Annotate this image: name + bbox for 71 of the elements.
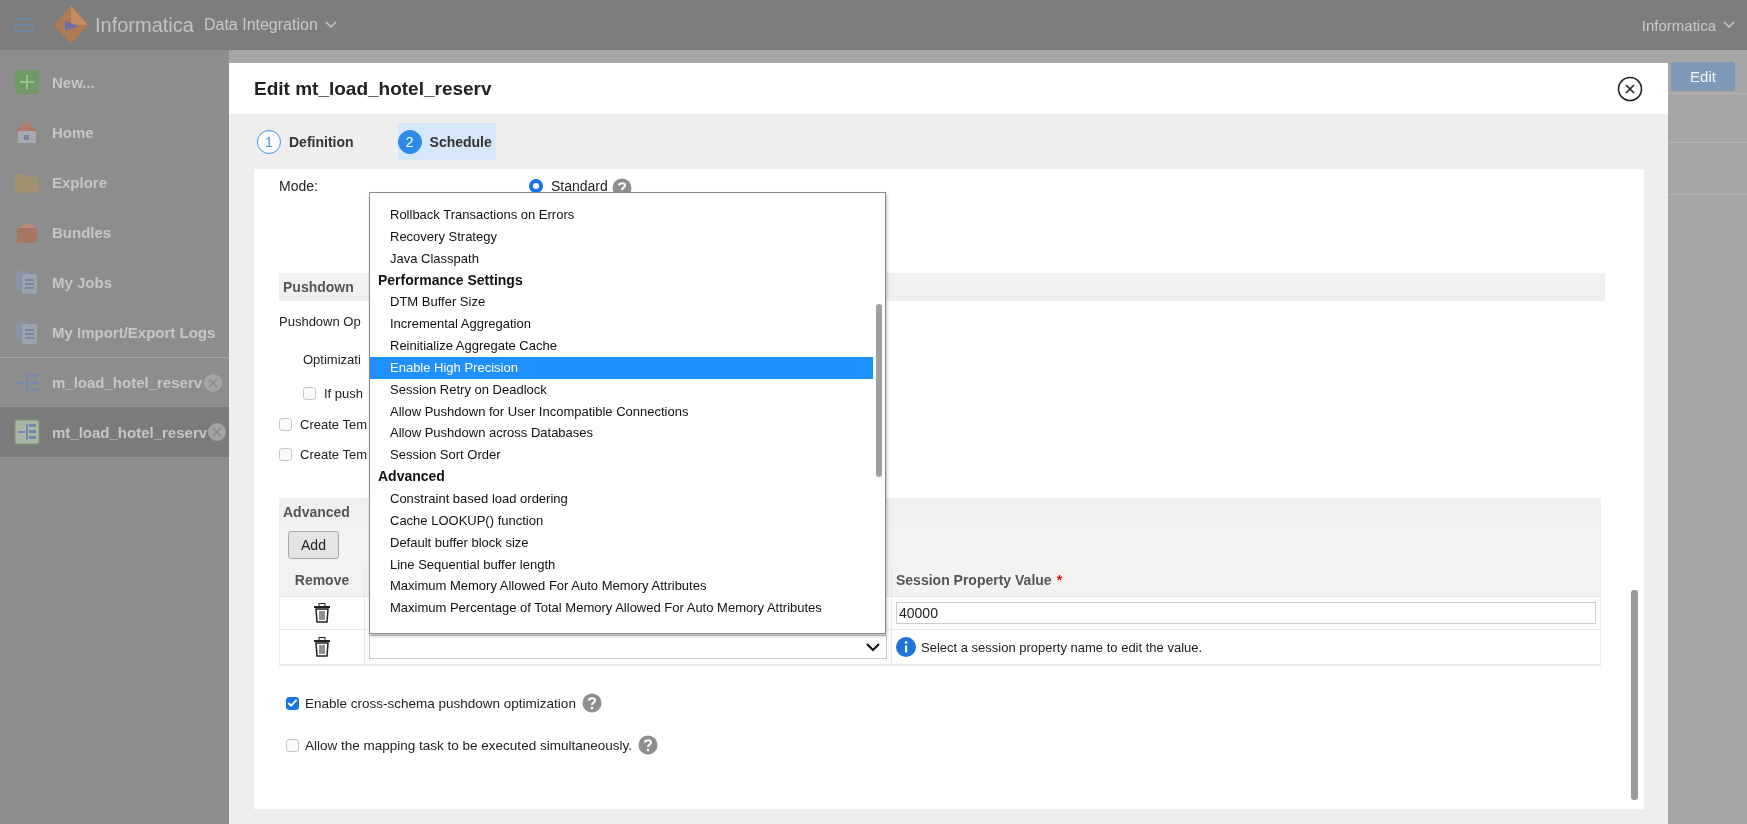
dropdown-option[interactable]: Java Classpath (370, 247, 873, 270)
checkbox-label: If push (324, 385, 364, 401)
dialog-title: Edit mt_load_hotel_reserv (254, 77, 492, 100)
checkbox-label: Allow the mapping task to be executed simultaneously. (305, 737, 632, 753)
add-button[interactable]: Add (288, 530, 339, 559)
dropdown-option[interactable]: Incremental Aggregation (370, 313, 873, 336)
sidebar-item-label: m_load_hotel_reserv (52, 374, 203, 391)
help-icon[interactable] (581, 693, 602, 713)
checkbox[interactable] (303, 386, 316, 400)
chevron-icon (1723, 21, 1735, 29)
plus-icon (14, 69, 40, 95)
dropdown-option[interactable]: Reinitialize Aggregate Cache (370, 335, 873, 357)
group-heading: Advanced (377, 467, 446, 487)
checkbox-label: Enable cross-schema pushdown optimization (305, 695, 576, 711)
dropdown-option[interactable]: Session Retry on Deadlock (370, 378, 873, 401)
step-tab[interactable]: 2 Schedule (397, 123, 496, 160)
radio-button[interactable] (529, 179, 543, 193)
field-label: Mode: (279, 178, 319, 194)
chevron-icon (324, 21, 337, 29)
dropdown-option[interactable]: Default buffer block size (370, 531, 873, 554)
step-number: 2 (397, 129, 422, 154)
sidebar-item-label: New... (52, 73, 96, 91)
dropdown-option[interactable]: Line Sequential buffer length (370, 553, 873, 576)
diamond-logo-icon (53, 5, 89, 45)
checkbox[interactable] (279, 447, 292, 461)
checkbox-label: Create Tem (300, 416, 367, 432)
info-icon (896, 637, 916, 657)
checkbox[interactable] (286, 738, 299, 752)
checkbox[interactable] (279, 417, 292, 431)
dropdown-option[interactable]: Recovery Strategy (370, 225, 873, 248)
task-icon (14, 419, 40, 445)
trash-icon[interactable] (313, 603, 331, 623)
hint-text: Select a session property name to edit the value. (921, 639, 1203, 655)
close-icon[interactable] (1617, 75, 1643, 102)
sidebar-item-label: mt_load_hotel_reserv (52, 423, 208, 441)
sidebar-item-label: Explore (52, 173, 109, 191)
menu-icon[interactable] (13, 16, 35, 34)
step-tab[interactable]: 1 Definition (257, 123, 358, 160)
property-select[interactable] (369, 635, 887, 659)
checkbox-label: Create Tem (300, 446, 367, 462)
scrollbar[interactable] (1631, 590, 1638, 800)
field-label: Optimizati (303, 350, 361, 369)
trash-icon[interactable] (313, 637, 331, 657)
value-field[interactable]: 40000 (896, 602, 1596, 624)
sidebar-item-label: My Import/Export Logs (52, 323, 217, 341)
dropdown-option[interactable]: Maximum Memory Allowed For Auto Memory Attributes (370, 575, 873, 598)
column-header: Session Property Value * (895, 571, 1064, 590)
documents-icon (14, 269, 40, 295)
step-label: Schedule (429, 133, 492, 150)
sidebar-item-label: Home (52, 123, 95, 141)
documents-icon (14, 319, 40, 345)
group-heading: Performance Settings (377, 270, 524, 290)
check-icon (287, 698, 298, 708)
sidebar-item-label: Bundles (52, 223, 113, 241)
radio-label: Standard (551, 178, 608, 194)
help-icon[interactable] (637, 735, 658, 755)
house-icon (14, 119, 40, 145)
step-number: 1 (257, 129, 281, 154)
dropdown-option[interactable]: Maximum Percentage of Total Memory Allowed For Auto Memory Attributes (370, 597, 873, 620)
chevron-icon (866, 642, 880, 652)
field-label: Pushdown Op (279, 312, 361, 331)
dropdown-option[interactable]: Session Sort Order (370, 444, 873, 467)
product-name: Informatica (95, 13, 194, 37)
dropdown-option[interactable]: Allow Pushdown for User Incompatible Connections (370, 400, 873, 423)
scrollbar[interactable] (876, 304, 882, 477)
column-header: Remove (280, 564, 365, 596)
step-label: Definition (289, 133, 354, 150)
dropdown-option[interactable]: Allow Pushdown across Databases (370, 422, 873, 445)
checkbox[interactable] (286, 696, 299, 710)
dropdown-option[interactable]: Rollback Transactions on Errors (370, 204, 873, 226)
sidebar-item-label: My Jobs (52, 273, 113, 291)
